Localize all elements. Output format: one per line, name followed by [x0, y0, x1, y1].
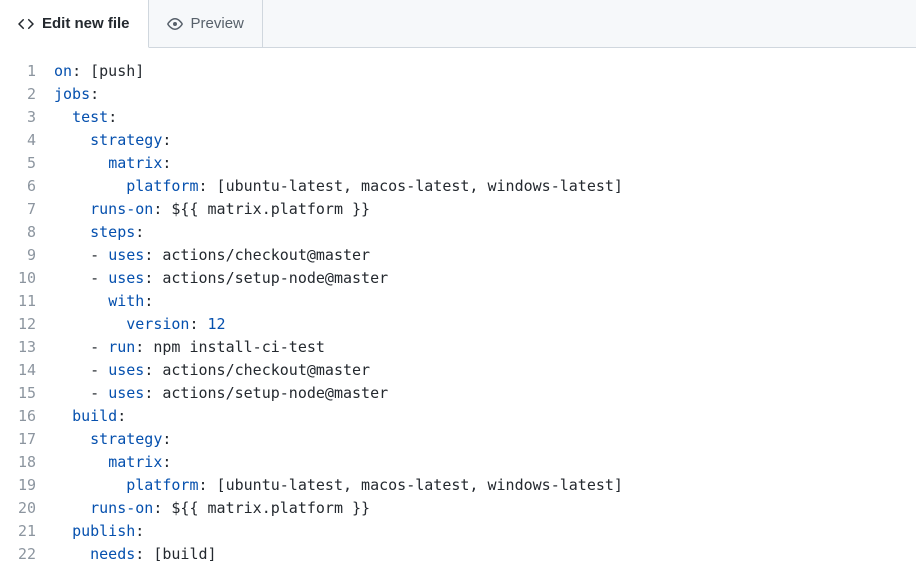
code-icon: [18, 16, 34, 32]
code-line[interactable]: - uses: actions/checkout@master: [54, 244, 916, 267]
code-line[interactable]: on: [push]: [54, 60, 916, 83]
line-number: 20: [0, 497, 36, 520]
tab-preview[interactable]: Preview: [149, 0, 263, 47]
line-number: 22: [0, 543, 36, 566]
line-number: 6: [0, 175, 36, 198]
line-number: 3: [0, 106, 36, 129]
code-line[interactable]: runs-on: ${{ matrix.platform }}: [54, 497, 916, 520]
code-line[interactable]: jobs:: [54, 83, 916, 106]
line-number: 18: [0, 451, 36, 474]
code-line[interactable]: matrix:: [54, 152, 916, 175]
line-number: 1: [0, 60, 36, 83]
line-number: 19: [0, 474, 36, 497]
line-number: 5: [0, 152, 36, 175]
code-line[interactable]: platform: [ubuntu-latest, macos-latest, …: [54, 175, 916, 198]
code-editor[interactable]: 12345678910111213141516171819202122 on: …: [0, 48, 916, 566]
code-line[interactable]: - uses: actions/setup-node@master: [54, 267, 916, 290]
code-line[interactable]: matrix:: [54, 451, 916, 474]
line-number: 9: [0, 244, 36, 267]
line-number: 16: [0, 405, 36, 428]
line-number: 4: [0, 129, 36, 152]
line-number: 2: [0, 83, 36, 106]
code-line[interactable]: - uses: actions/checkout@master: [54, 359, 916, 382]
line-number: 21: [0, 520, 36, 543]
editor-tabs: Edit new file Preview: [0, 0, 916, 48]
line-number: 12: [0, 313, 36, 336]
code-line[interactable]: with:: [54, 290, 916, 313]
code-line[interactable]: version: 12: [54, 313, 916, 336]
code-line[interactable]: strategy:: [54, 428, 916, 451]
line-number: 11: [0, 290, 36, 313]
code-content[interactable]: on: [push]jobs: test: strategy: matrix: …: [54, 60, 916, 566]
code-line[interactable]: steps:: [54, 221, 916, 244]
code-line[interactable]: - uses: actions/setup-node@master: [54, 382, 916, 405]
code-line[interactable]: - run: npm install-ci-test: [54, 336, 916, 359]
code-line[interactable]: platform: [ubuntu-latest, macos-latest, …: [54, 474, 916, 497]
tab-edit[interactable]: Edit new file: [0, 0, 149, 48]
line-number-gutter: 12345678910111213141516171819202122: [0, 60, 54, 566]
code-line[interactable]: test:: [54, 106, 916, 129]
line-number: 14: [0, 359, 36, 382]
code-line[interactable]: strategy:: [54, 129, 916, 152]
line-number: 7: [0, 198, 36, 221]
line-number: 15: [0, 382, 36, 405]
line-number: 13: [0, 336, 36, 359]
line-number: 8: [0, 221, 36, 244]
line-number: 10: [0, 267, 36, 290]
eye-icon: [167, 16, 183, 32]
tab-preview-label: Preview: [191, 15, 244, 32]
tab-edit-label: Edit new file: [42, 15, 130, 32]
line-number: 17: [0, 428, 36, 451]
code-line[interactable]: needs: [build]: [54, 543, 916, 566]
code-line[interactable]: runs-on: ${{ matrix.platform }}: [54, 198, 916, 221]
code-line[interactable]: build:: [54, 405, 916, 428]
code-line[interactable]: publish:: [54, 520, 916, 543]
